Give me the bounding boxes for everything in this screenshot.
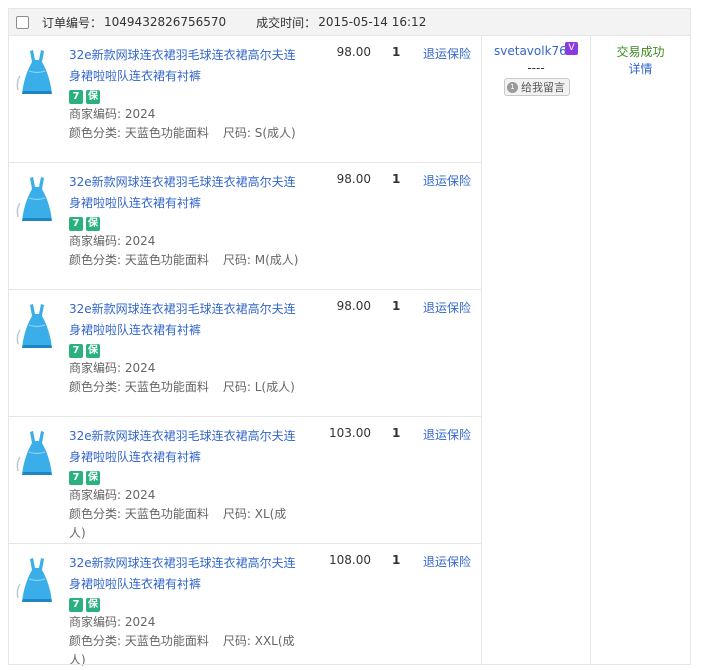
seven-day-return-icon[interactable]: 7: [69, 598, 83, 612]
item-badges: 7 保: [69, 598, 100, 612]
item-price: 108.00: [329, 553, 371, 567]
merchant-code: 商家编码: 2024: [69, 615, 156, 629]
order-time: 2015-05-14 16:12: [318, 15, 427, 29]
item-title-link[interactable]: 32e新款网球连衣裙羽毛球连衣裙高尔夫连身裙啦啦队连衣裙有衬裤: [69, 172, 301, 214]
item-badges: 7 保: [69, 90, 100, 104]
order-details-link[interactable]: 详情: [591, 60, 690, 77]
item-quantity: 1: [392, 172, 401, 186]
seven-day-return-icon[interactable]: 7: [69, 471, 83, 485]
item-badges: 7 保: [69, 217, 100, 231]
color-spec: 颜色分类: 天蓝色功能面料: [69, 380, 209, 394]
consumer-guarantee-icon[interactable]: 保: [86, 598, 100, 612]
item-badges: 7 保: [69, 471, 100, 485]
vip-level-icon[interactable]: V: [565, 42, 578, 55]
order-item-row: 32e新款网球连衣裙羽毛球连衣裙高尔夫连身裙啦啦队连衣裙有衬裤 7 保 商家编码…: [9, 36, 481, 163]
dress-thumbnail[interactable]: [14, 173, 60, 223]
order-item-row: 32e新款网球连衣裙羽毛球连衣裙高尔夫连身裙啦啦队连衣裙有衬裤 7 保 商家编码…: [9, 163, 481, 290]
order-item-row: 32e新款网球连衣裙羽毛球连衣裙高尔夫连身裙啦啦队连衣裙有衬裤 7 保 商家编码…: [9, 290, 481, 417]
consumer-guarantee-icon[interactable]: 保: [86, 471, 100, 485]
item-title-link[interactable]: 32e新款网球连衣裙羽毛球连衣裙高尔夫连身裙啦啦队连衣裙有衬裤: [69, 299, 301, 341]
item-title-link[interactable]: 32e新款网球连衣裙羽毛球连衣裙高尔夫连身裙啦啦队连衣裙有衬裤: [69, 45, 301, 87]
return-insurance-link[interactable]: 退运保险: [423, 553, 471, 570]
seven-day-return-icon[interactable]: 7: [69, 344, 83, 358]
dress-thumbnail[interactable]: [14, 46, 60, 96]
order-time-label: 成交时间：: [256, 15, 317, 30]
consumer-guarantee-icon[interactable]: 保: [86, 344, 100, 358]
order-number: 1049432826756570: [104, 15, 227, 29]
item-quantity: 1: [392, 426, 401, 440]
item-meta: 商家编码: 2024 颜色分类: 天蓝色功能面料 尺码: XL(成人): [69, 486, 299, 543]
order-select-checkbox[interactable]: [16, 15, 29, 29]
trade-status: 交易成功: [616, 45, 665, 59]
merchant-code: 商家编码: 2024: [69, 488, 156, 502]
item-title-link[interactable]: 32e新款网球连衣裙羽毛球连衣裙高尔夫连身裙啦啦队连衣裙有衬裤: [69, 553, 301, 595]
divider: [8, 664, 691, 665]
seven-day-return-icon[interactable]: 7: [69, 90, 83, 104]
leave-message-button[interactable]: 1 给我留言: [504, 78, 570, 96]
return-insurance-link[interactable]: 退运保险: [423, 45, 471, 62]
color-spec: 颜色分类: 天蓝色功能面料: [69, 507, 209, 521]
item-price: 103.00: [329, 426, 371, 440]
buyer-column: svetavolk76 V ---- 1 给我留言: [482, 36, 591, 664]
item-quantity: 1: [392, 45, 401, 59]
item-price: 98.00: [336, 45, 371, 59]
speech-bubble-icon: 1: [507, 81, 518, 93]
leave-message-label: 给我留言: [521, 81, 565, 94]
color-spec: 颜色分类: 天蓝色功能面料: [69, 126, 209, 140]
item-meta: 商家编码: 2024 颜色分类: 天蓝色功能面料 尺码: S(成人): [69, 105, 299, 143]
color-spec: 颜色分类: 天蓝色功能面料: [69, 253, 209, 267]
item-price: 98.00: [336, 299, 371, 313]
item-meta: 商家编码: 2024 颜色分类: 天蓝色功能面料 尺码: XXL(成人): [69, 613, 299, 670]
item-quantity: 1: [392, 553, 401, 567]
order-number-label: 订单编号：: [42, 15, 103, 30]
return-insurance-link[interactable]: 退运保险: [423, 172, 471, 189]
status-column: 交易成功 详情: [591, 36, 690, 664]
item-meta: 商家编码: 2024 颜色分类: 天蓝色功能面料 尺码: L(成人): [69, 359, 299, 397]
buyer-name-link[interactable]: svetavolk76: [494, 44, 567, 58]
sku-line: 颜色分类: 天蓝色功能面料 尺码: S(成人): [69, 124, 299, 143]
item-title-link[interactable]: 32e新款网球连衣裙羽毛球连衣裙高尔夫连身裙啦啦队连衣裙有衬裤: [69, 426, 301, 468]
order-item-row: 32e新款网球连衣裙羽毛球连衣裙高尔夫连身裙啦啦队连衣裙有衬裤 7 保 商家编码…: [9, 544, 481, 670]
size-spec: 尺码: L(成人): [222, 380, 295, 394]
order-card: 订单编号： 1049432826756570 成交时间： 2015-05-14 …: [8, 8, 691, 667]
sku-line: 颜色分类: 天蓝色功能面料 尺码: XL(成人): [69, 505, 299, 543]
item-quantity: 1: [392, 299, 401, 313]
consumer-guarantee-icon[interactable]: 保: [86, 90, 100, 104]
merchant-code: 商家编码: 2024: [69, 234, 156, 248]
dress-thumbnail[interactable]: [14, 554, 60, 604]
item-price: 98.00: [336, 172, 371, 186]
sku-line: 颜色分类: 天蓝色功能面料 尺码: L(成人): [69, 378, 299, 397]
return-insurance-link[interactable]: 退运保险: [423, 426, 471, 443]
order-header: 订单编号： 1049432826756570 成交时间： 2015-05-14 …: [8, 8, 691, 36]
item-badges: 7 保: [69, 344, 100, 358]
dress-thumbnail[interactable]: [14, 300, 60, 350]
seven-day-return-icon[interactable]: 7: [69, 217, 83, 231]
merchant-code: 商家编码: 2024: [69, 107, 156, 121]
order-table: 32e新款网球连衣裙羽毛球连衣裙高尔夫连身裙啦啦队连衣裙有衬裤 7 保 商家编码…: [8, 36, 691, 667]
consumer-guarantee-icon[interactable]: 保: [86, 217, 100, 231]
order-item-row: 32e新款网球连衣裙羽毛球连衣裙高尔夫连身裙啦啦队连衣裙有衬裤 7 保 商家编码…: [9, 417, 481, 544]
size-spec: 尺码: S(成人): [222, 126, 296, 140]
return-insurance-link[interactable]: 退运保险: [423, 299, 471, 316]
item-meta: 商家编码: 2024 颜色分类: 天蓝色功能面料 尺码: M(成人): [69, 232, 299, 270]
size-spec: 尺码: M(成人): [222, 253, 299, 267]
dress-thumbnail[interactable]: [14, 427, 60, 477]
sku-line: 颜色分类: 天蓝色功能面料 尺码: M(成人): [69, 251, 299, 270]
color-spec: 颜色分类: 天蓝色功能面料: [69, 634, 209, 648]
buyer-placeholder: ----: [527, 61, 545, 75]
merchant-code: 商家编码: 2024: [69, 361, 156, 375]
order-items: 32e新款网球连衣裙羽毛球连衣裙高尔夫连身裙啦啦队连衣裙有衬裤 7 保 商家编码…: [9, 36, 482, 667]
